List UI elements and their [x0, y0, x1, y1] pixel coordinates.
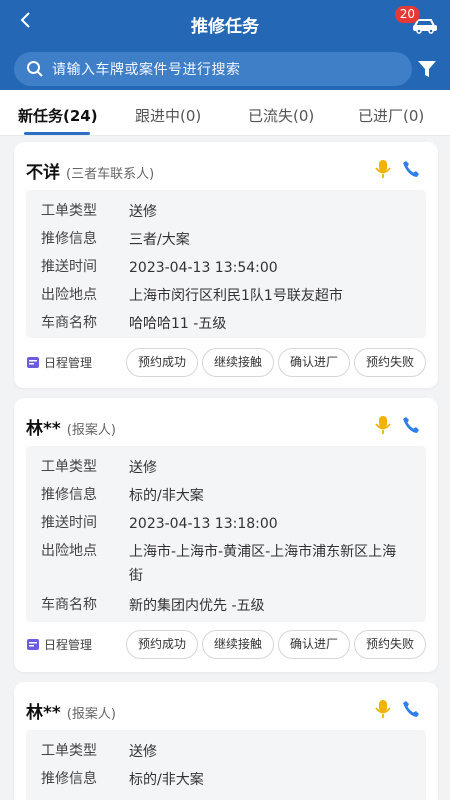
task-info-panel: 工单类型 送修 推修信息 标的/非大案 推送时间 2023-04-13 13:18:0…: [26, 446, 426, 622]
tab-new-tasks[interactable]: 新任务(24): [18, 105, 98, 126]
tab-lost[interactable]: 已流失(0): [248, 105, 314, 126]
phone-icon[interactable]: [402, 160, 420, 178]
contact-role: (三者车联系人): [66, 167, 155, 182]
field-value: 新的集团内优先 -五级: [129, 598, 265, 614]
microphone-icon[interactable]: [374, 699, 392, 719]
field-label: 车商名称: [41, 315, 97, 331]
contact-role: (报案人): [66, 423, 116, 438]
contact-role: (报案人): [66, 707, 116, 722]
field-label: 工单类型: [41, 743, 97, 759]
field-value: 上海市-上海市-黄浦区-上海市浦东新区上海街: [129, 544, 397, 584]
field-value: 三者/大案: [129, 232, 190, 248]
schedule-label: 日程管理: [44, 356, 93, 370]
appointment-success-button[interactable]: 预约成功: [126, 630, 198, 659]
field-label: 工单类型: [41, 459, 97, 475]
tab-following[interactable]: 跟进中(0): [135, 105, 201, 126]
field-value: 送修: [129, 744, 157, 760]
field-label: 工单类型: [41, 203, 97, 219]
schedule-label: 日程管理: [44, 638, 93, 652]
schedule-management[interactable]: 日程管理: [26, 354, 92, 371]
phone-icon[interactable]: [402, 416, 420, 434]
tab-bar: 新任务(24) 跟进中(0) 已流失(0) 已进厂(0): [0, 90, 450, 136]
active-tab-underline: [24, 132, 90, 135]
calendar-icon: [27, 357, 39, 368]
search-icon: [27, 61, 43, 77]
field-label: 推送时间: [41, 515, 97, 531]
page-title: 推修任务: [191, 17, 259, 37]
field-label: 推送时间: [41, 259, 97, 275]
filter-icon[interactable]: [416, 58, 438, 80]
field-value: 送修: [129, 204, 157, 220]
task-info-panel: 工单类型 送修 推修信息 标的/非大案: [26, 730, 426, 800]
appointment-success-button[interactable]: 预约成功: [126, 348, 198, 377]
task-card[interactable]: 林** (报案人) 工单类型 送修 推修信息 标的/非大案: [14, 682, 438, 800]
header-bar: 推修任务 20 请输入车牌或案件号进行搜索: [0, 0, 450, 90]
field-value: 2023-04-13 13:54:00: [129, 260, 278, 276]
field-value: 标的/非大案: [129, 772, 204, 788]
field-label: 推修信息: [41, 487, 97, 503]
field-label: 推修信息: [41, 231, 97, 247]
search-bar[interactable]: 请输入车牌或案件号进行搜索: [14, 52, 412, 86]
calendar-icon: [27, 639, 39, 650]
field-value: 上海市闵行区利民1队1号联友超市: [129, 288, 343, 304]
confirm-entry-button[interactable]: 确认进厂: [278, 630, 350, 659]
field-label: 推修信息: [41, 771, 97, 787]
continue-contact-button[interactable]: 继续接触: [202, 630, 274, 659]
contact-name: 不详 (三者车联系人): [26, 163, 155, 183]
phone-icon[interactable]: [402, 700, 420, 718]
appointment-failed-button[interactable]: 预约失败: [354, 630, 426, 659]
search-input[interactable]: 请输入车牌或案件号进行搜索: [52, 59, 241, 79]
schedule-management[interactable]: 日程管理: [26, 636, 92, 653]
field-label: 车商名称: [41, 597, 97, 613]
field-label: 出险地点: [41, 543, 97, 559]
contact-name: 林** (报案人): [26, 703, 116, 723]
field-value: 2023-04-13 13:18:00: [129, 516, 278, 532]
microphone-icon[interactable]: [374, 415, 392, 435]
task-info-panel: 工单类型 送修 推修信息 三者/大案 推送时间 2023-04-13 13:54:00…: [26, 190, 426, 338]
tab-entered-factory[interactable]: 已进厂(0): [358, 105, 424, 126]
continue-contact-button[interactable]: 继续接触: [202, 348, 274, 377]
field-value: 标的/非大案: [129, 488, 204, 504]
appointment-failed-button[interactable]: 预约失败: [354, 348, 426, 377]
confirm-entry-button[interactable]: 确认进厂: [278, 348, 350, 377]
field-label: 出险地点: [41, 287, 97, 303]
task-card[interactable]: 不详 (三者车联系人) 工单类型 送修 推修信息 三者/大案 推送时间 2023-04-…: [14, 142, 438, 388]
microphone-icon[interactable]: [374, 159, 392, 179]
contact-name: 林** (报案人): [26, 419, 116, 439]
field-value: 哈哈哈11 -五级: [129, 316, 227, 332]
field-value: 送修: [129, 460, 157, 476]
task-card[interactable]: 林** (报案人) 工单类型 送修 推修信息 标的/非大案 推送时间 2023-04-1…: [14, 398, 438, 672]
notification-badge[interactable]: 20: [394, 6, 420, 23]
